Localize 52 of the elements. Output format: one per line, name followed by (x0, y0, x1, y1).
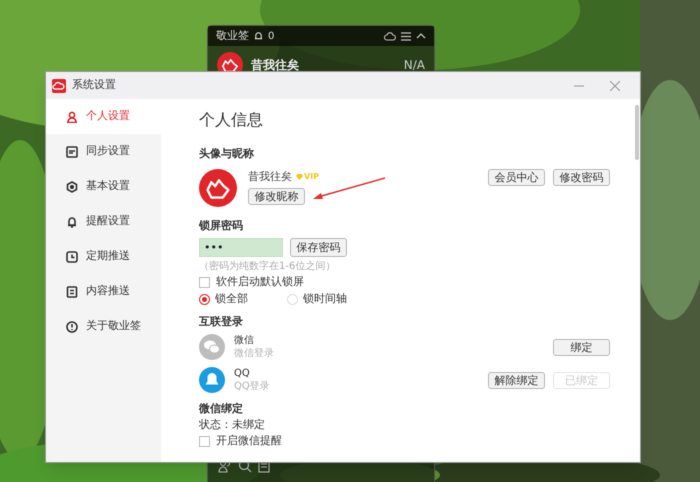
collapse-icon[interactable] (416, 33, 426, 39)
nickname: 昔我往矣 (248, 168, 292, 184)
notification-count: 0 (268, 30, 274, 44)
sidebar-item[interactable]: 定期推送 (46, 239, 161, 274)
account-name: 微信 (234, 334, 255, 347)
widget-title: 敬业签 (216, 28, 249, 44)
checkbox[interactable]: 软件启动默认锁屏 (199, 275, 610, 289)
section-title: 头像与昵称 (199, 146, 255, 162)
profile-button[interactable]: 会员中心 (488, 168, 545, 186)
rename-button[interactable]: 修改昵称 (248, 188, 305, 205)
diamond-icon (296, 174, 303, 180)
clock-icon (66, 250, 78, 262)
account-subtitle: 微信登录 (234, 347, 274, 360)
bind-button[interactable]: 绑定 (553, 338, 610, 356)
penguin-icon (199, 367, 225, 393)
user-icon (66, 110, 78, 122)
page-heading: 个人信息 (199, 109, 264, 131)
password-field[interactable]: ••• (199, 238, 283, 257)
bell-icon (254, 31, 263, 41)
window-title: 系统设置 (72, 77, 116, 94)
account-name: QQ (234, 367, 251, 380)
document-icon (66, 286, 78, 298)
bell-icon (66, 216, 78, 228)
sidebar-item[interactable]: 内容推送 (46, 274, 161, 309)
section-title: 锁屏密码 (199, 218, 244, 234)
save-password-button[interactable]: 保存密码 (290, 238, 347, 257)
gear-icon (66, 180, 78, 192)
section-title: 互联登录 (199, 315, 244, 329)
scrollbar[interactable] (635, 105, 639, 160)
sidebar-item[interactable]: 关于敬业签 (46, 309, 161, 344)
sidebar-item[interactable]: 同步设置 (46, 134, 161, 169)
bind-button[interactable]: 解除绑定 (488, 372, 545, 388)
user-name: 昔我往矣 (251, 57, 299, 74)
info-icon (66, 320, 78, 332)
account-subtitle: QQ登录 (234, 380, 270, 393)
checkbox[interactable]: 开启微信提醒 (199, 434, 610, 448)
radio-option[interactable]: 锁时间轴 (287, 292, 347, 306)
user-status: N/A (404, 57, 425, 74)
profile-button[interactable]: 修改密码 (553, 168, 610, 186)
bind-status: 状态：未绑定 (199, 418, 266, 432)
sidebar-item[interactable]: 基本设置 (46, 169, 161, 204)
vip-label: VIP (304, 170, 320, 183)
cloud-icon[interactable] (384, 32, 396, 40)
sidebar-item[interactable]: 提醒设置 (46, 204, 161, 239)
chat-bubbles-icon (199, 334, 225, 360)
sidebar-item[interactable]: 个人设置 (46, 99, 161, 134)
section-title: 微信绑定 (199, 402, 244, 416)
radio-option[interactable]: 锁全部 (199, 292, 259, 306)
menu-icon[interactable] (401, 32, 411, 40)
avatar (199, 168, 237, 206)
password-hint: （密码为纯数字在1-6位之间） (199, 260, 336, 273)
app-logo-icon (52, 78, 66, 92)
